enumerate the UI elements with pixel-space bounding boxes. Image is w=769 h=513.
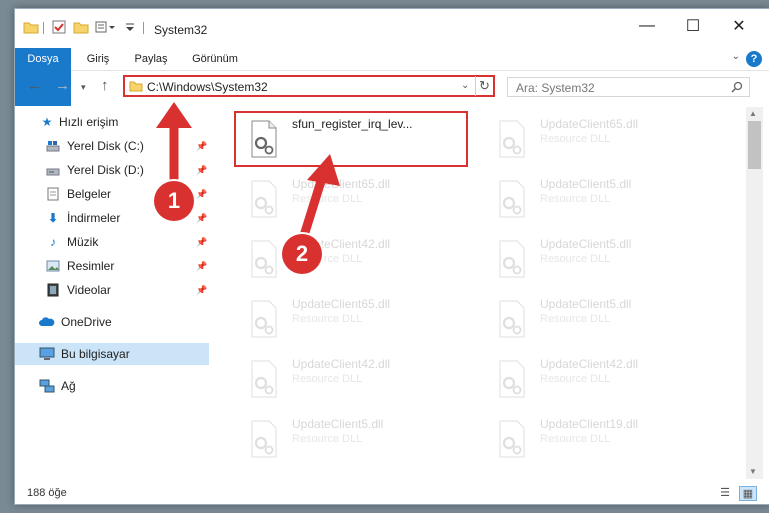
step-1-badge: 1	[154, 181, 194, 221]
step-2-badge: 2	[282, 234, 322, 274]
arrow-to-file	[297, 154, 340, 247]
annotation-arrows	[156, 102, 340, 247]
arrow-to-address-bar	[156, 102, 192, 193]
